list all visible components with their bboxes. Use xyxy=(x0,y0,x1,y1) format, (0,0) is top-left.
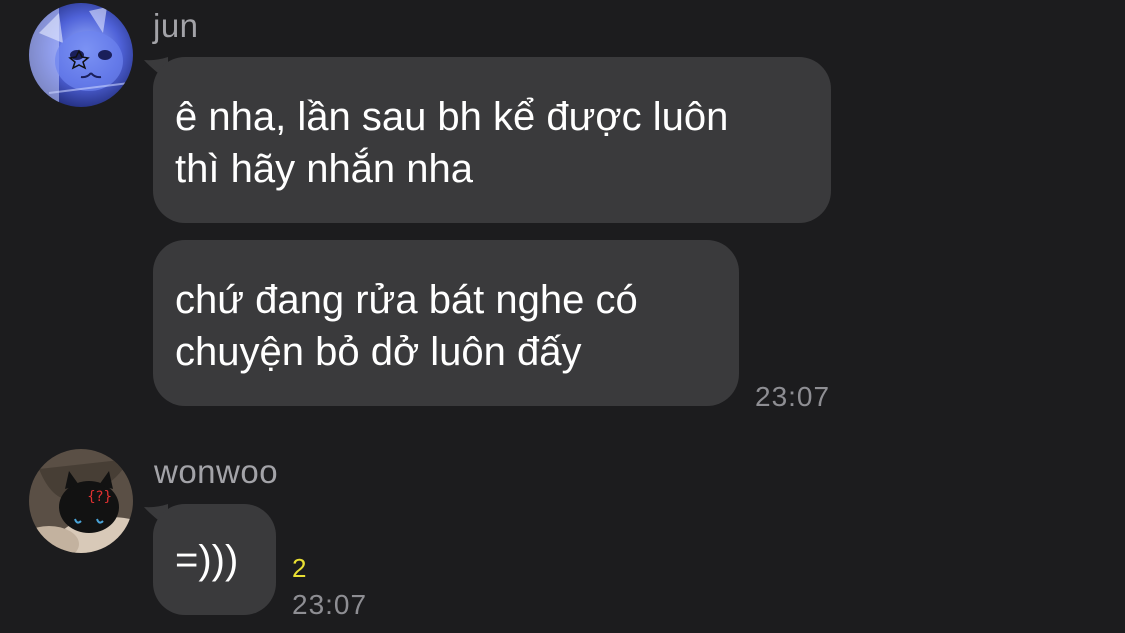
message-bubble[interactable]: =))) xyxy=(153,504,276,615)
black-cat-avatar-icon[interactable]: {?} xyxy=(29,449,133,553)
blue-cat-avatar-icon[interactable] xyxy=(29,3,133,107)
svg-text:{?}: {?} xyxy=(87,489,112,505)
message-bubble[interactable]: chứ đang rửa bát nghe có chuyện bỏ dở lu… xyxy=(153,240,739,406)
message-timestamp: 23:07 xyxy=(292,589,368,620)
unread-count: 2 xyxy=(292,553,307,583)
sender-name: wonwoo xyxy=(154,453,279,490)
message-timestamp: 23:07 xyxy=(755,381,831,412)
message-bubble[interactable]: ê nha, lần sau bh kể được luôn thì hãy n… xyxy=(153,57,831,223)
chat-thread: jun ê nha, lần sau bh kể được luôn thì h… xyxy=(0,0,1125,633)
sender-name: jun xyxy=(153,7,199,44)
